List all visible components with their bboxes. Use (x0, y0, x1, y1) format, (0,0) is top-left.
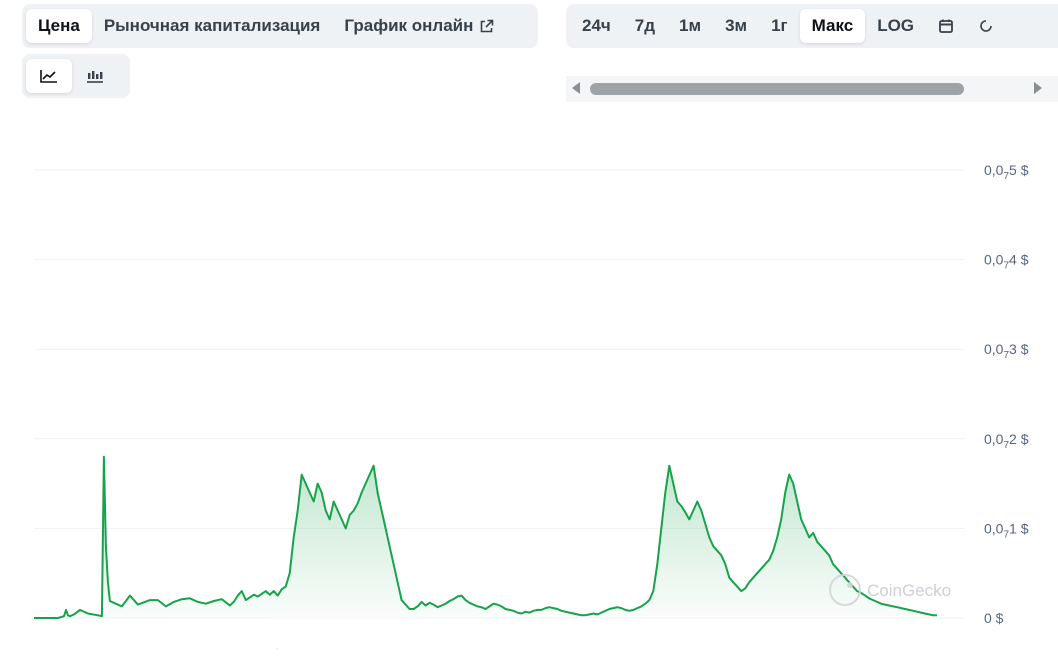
refresh-icon (980, 20, 992, 32)
candlestick-chart-button[interactable] (72, 59, 118, 93)
tab-1[interactable]: Рыночная капитализация (92, 9, 333, 43)
range-tab-0[interactable]: 24ч (570, 9, 623, 43)
y-tick-label: 0,075 $ (984, 162, 1029, 182)
price-area (34, 456, 937, 618)
candlestick-chart-icon (87, 71, 103, 83)
scroll-right-icon[interactable] (1034, 82, 1042, 94)
line-chart-icon (40, 70, 57, 83)
range-tabs: 24ч 7д 1м 3м 1г Макс LOG (566, 4, 1058, 48)
tab-label: График онлайн (344, 16, 474, 35)
range-tab-6[interactable]: LOG (865, 9, 926, 43)
range-tabs-scrollbar[interactable] (566, 76, 1058, 102)
tab-label: Рыночная капитализация (103, 16, 321, 35)
range-tab-5[interactable]: Макс (799, 9, 866, 43)
y-tick-label: 0,074 $ (984, 252, 1029, 272)
tab-0[interactable]: Цена (26, 9, 92, 43)
watermark-text: CoinGecko (867, 581, 951, 600)
y-tick-label: 0 $ (984, 610, 1004, 626)
range-tab-1[interactable]: 7д (623, 9, 667, 43)
reset-button[interactable] (966, 9, 1006, 43)
scroll-thumb[interactable] (590, 83, 964, 95)
y-tick-label: 0,073 $ (984, 341, 1029, 361)
y-axis: 0,075 $ 0,074 $ 0,073 $ 0,072 $ 0,071 $ 0 $ (984, 162, 1029, 626)
y-tick-label: 0,072 $ (984, 431, 1029, 451)
metric-tabs: Цена Рыночная капитализация График онлайн (22, 4, 538, 48)
chart-type-switch (22, 54, 130, 98)
tab-2[interactable]: График онлайн (332, 9, 506, 43)
price-chart: 0,075 $ 0,074 $ 0,073 $ 0,072 $ 0,071 $ 0 $ C… (34, 162, 1029, 650)
range-tab-2[interactable]: 1м (667, 9, 713, 43)
calendar-button[interactable] (926, 9, 966, 43)
calendar-icon (939, 19, 953, 33)
external-link-icon (481, 19, 494, 32)
scroll-left-icon[interactable] (572, 82, 580, 94)
y-tick-label: 0,071 $ (984, 520, 1029, 540)
range-tab-4[interactable]: 1г (759, 9, 800, 43)
tab-label: Цена (38, 16, 80, 35)
range-tab-3[interactable]: 3м (713, 9, 759, 43)
line-chart-button[interactable] (26, 59, 72, 93)
